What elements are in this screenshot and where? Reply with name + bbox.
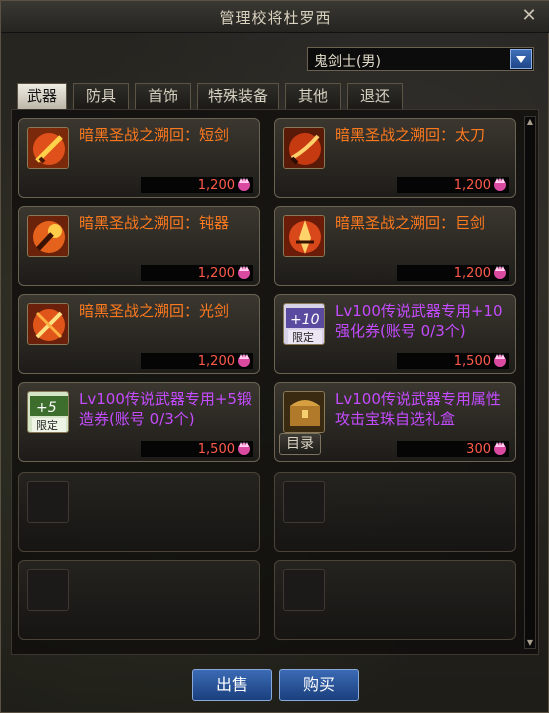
item-price: 1,500 <box>197 442 235 457</box>
scroll-down-icon[interactable]: ▼ <box>525 638 535 648</box>
item-name: Lv100传说武器专用属性攻击宝珠自选礼盒 <box>335 390 501 428</box>
catalog-button[interactable]: 目录 <box>279 433 321 455</box>
lightsaber-icon <box>27 303 69 345</box>
item-price: 1,500 <box>453 354 491 369</box>
tab-special-equipment[interactable]: 特殊装备 <box>197 83 279 109</box>
empty-item-slot <box>18 472 260 552</box>
coin-icon <box>494 177 506 191</box>
shop-item-card[interactable]: 暗黑圣战之溯回：短剑 1,200 <box>18 118 260 198</box>
item-price: 1,200 <box>453 178 491 193</box>
blunt-weapon-icon <box>27 215 69 257</box>
item-price: 1,200 <box>197 178 235 193</box>
coin-icon <box>238 441 250 455</box>
item-name: 暗黑圣战之溯回：太刀 <box>335 126 486 144</box>
item-list-panel: 暗黑圣战之溯回：短剑 1,200 暗黑圣战之溯回：太刀 1,200 暗黑圣战之溯… <box>11 109 539 655</box>
empty-slot-icon <box>283 569 325 611</box>
empty-slot-icon <box>27 569 69 611</box>
forge-ticket-icon: +5 限定 <box>27 391 69 433</box>
shop-item-card[interactable]: 暗黑圣战之溯回：巨剑 1,200 <box>274 206 516 286</box>
sell-button[interactable]: 出售 <box>192 669 272 701</box>
limited-badge: 限定 <box>292 330 314 344</box>
katana-icon <box>283 127 325 169</box>
shop-item-card[interactable]: 暗黑圣战之溯回：钝器 1,200 <box>18 206 260 286</box>
coin-icon <box>238 265 250 279</box>
shop-item-card[interactable]: 暗黑圣战之溯回：光剑 1,200 <box>18 294 260 374</box>
window-title: 管理校将杜罗西 <box>219 9 332 27</box>
shop-item-card[interactable]: 暗黑圣战之溯回：太刀 1,200 <box>274 118 516 198</box>
item-price: 1,200 <box>197 354 235 369</box>
empty-item-slot <box>274 560 516 640</box>
tab-armor[interactable]: 防具 <box>73 83 129 109</box>
empty-slot-icon <box>283 481 325 523</box>
empty-item-slot <box>18 560 260 640</box>
coin-icon <box>238 177 250 191</box>
empty-slot-icon <box>27 481 69 523</box>
tab-accessories[interactable]: 首饰 <box>135 83 191 109</box>
short-sword-icon <box>27 127 69 169</box>
limited-badge: 限定 <box>36 418 58 432</box>
buy-button[interactable]: 购买 <box>279 669 359 701</box>
item-name: 暗黑圣战之溯回：光剑 <box>79 302 230 320</box>
item-name: 暗黑圣战之溯回：短剑 <box>79 126 230 144</box>
shop-item-card[interactable]: +5 限定 Lv100传说武器专用+5锻造券(账号 0/3个) 1,500 <box>18 382 260 462</box>
scroll-up-icon[interactable]: ▲ <box>525 117 535 127</box>
close-icon[interactable]: ✕ <box>518 5 540 27</box>
empty-item-slot <box>274 472 516 552</box>
tab-other[interactable]: 其他 <box>285 83 341 109</box>
shop-item-card[interactable]: 目录 Lv100传说武器专用属性攻击宝珠自选礼盒 300 <box>274 382 516 462</box>
coin-icon <box>238 353 250 367</box>
coin-icon <box>494 353 506 367</box>
item-name: Lv100传说武器专用+10强化券(账号 0/3个) <box>335 302 503 340</box>
coin-icon <box>494 441 506 455</box>
coin-icon <box>494 265 506 279</box>
shop-item-card[interactable]: +10 限定 Lv100传说武器专用+10强化券(账号 0/3个) 1,500 <box>274 294 516 374</box>
upgrade-ticket-icon: +10 限定 <box>283 303 325 345</box>
title-bar[interactable]: 管理校将杜罗西 ✕ <box>1 1 549 33</box>
class-dropdown[interactable]: 鬼剑士(男) <box>307 47 534 71</box>
item-price: 1,200 <box>197 266 235 281</box>
scrollbar[interactable]: ▲ ▼ <box>524 116 536 649</box>
chevron-down-icon[interactable] <box>510 49 532 69</box>
item-price: 1,200 <box>453 266 491 281</box>
tab-weapons[interactable]: 武器 <box>17 83 67 109</box>
item-price: 300 <box>466 442 491 457</box>
forge-ticket-label: +5 <box>36 400 57 416</box>
class-dropdown-value: 鬼剑士(男) <box>314 54 381 70</box>
item-name: 暗黑圣战之溯回：钝器 <box>79 214 230 232</box>
tab-return[interactable]: 退还 <box>347 83 403 109</box>
item-name: 暗黑圣战之溯回：巨剑 <box>335 214 486 232</box>
upgrade-ticket-label: +10 <box>290 312 320 328</box>
treasure-chest-icon <box>283 391 325 433</box>
item-name: Lv100传说武器专用+5锻造券(账号 0/3个) <box>79 390 252 428</box>
shop-window: 管理校将杜罗西 ✕ 鬼剑士(男) 武器 防具 首饰 特殊装备 其他 退还 暗黑圣… <box>0 0 549 713</box>
greatsword-icon <box>283 215 325 257</box>
